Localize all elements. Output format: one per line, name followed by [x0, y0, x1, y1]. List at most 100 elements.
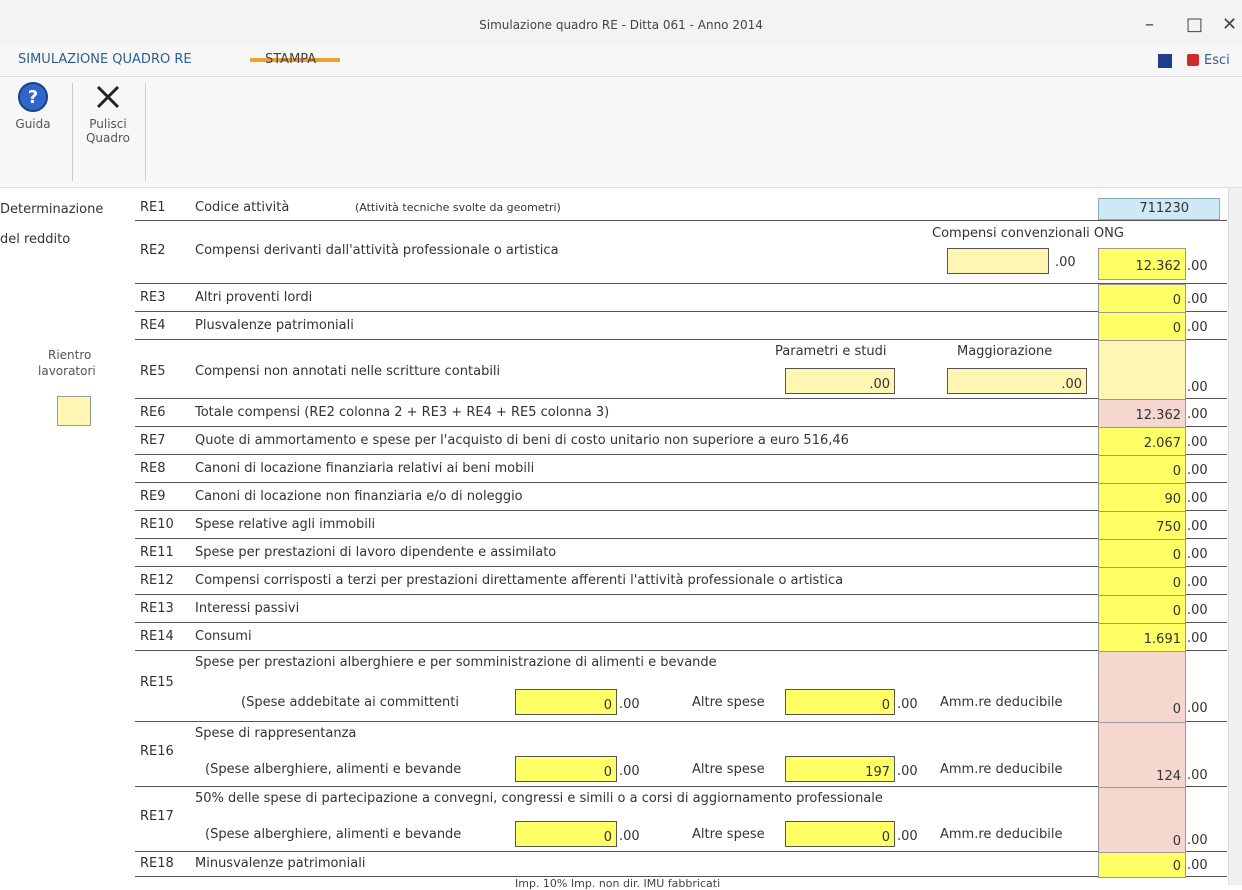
amount-value: 12.362 [1135, 408, 1182, 423]
row-re7: RE7 Quote di ammortamento e spese per l'… [135, 427, 1227, 456]
form-content: Determinazione del reddito Rientro lavor… [0, 188, 1242, 890]
row-re4: RE4 Plusvalenze patrimoniali 0 .00 [135, 312, 1227, 341]
pulisci-quadro-button[interactable]: Pulisci Quadro [78, 81, 138, 145]
row-code: RE7 [140, 433, 166, 448]
amount-field[interactable]: 0 [1098, 539, 1186, 568]
sub-label: (Spese addebitate ai committenti [241, 695, 459, 710]
minimize-button[interactable]: – [1145, 14, 1154, 35]
altre-spese-value: 197 [865, 765, 890, 780]
amount-value: 0 [1172, 702, 1181, 717]
amount-value: 0 [1172, 859, 1181, 874]
decimals: .00 [1187, 768, 1208, 783]
codice-attivita-value: 711230 [1139, 201, 1189, 216]
amount-value: 90 [1164, 492, 1181, 507]
row-desc: Codice attività [195, 200, 290, 215]
sub-amount-field[interactable]: 0 [515, 821, 617, 847]
row-re12: RE12 Compensi corrisposti a terzi per pr… [135, 567, 1227, 596]
amm-deducibile-label: Amm.re deducibile [940, 762, 1063, 777]
svg-text:?: ? [28, 87, 38, 108]
altre-spese-field[interactable]: 197 [785, 756, 895, 782]
parametri-field[interactable]: .00 [785, 368, 895, 394]
amount-field[interactable] [1098, 340, 1186, 400]
row-re2: RE2 Compensi derivanti dall'attività pro… [135, 221, 1227, 284]
sub-amount-field[interactable]: 0 [515, 689, 617, 715]
row-desc: Compensi non annotati nelle scritture co… [195, 364, 501, 379]
sub-amount-value: 0 [603, 765, 612, 780]
altre-spese-label: Altre spese [692, 827, 765, 842]
decimals: .00 [1187, 407, 1208, 422]
decimals: .00 [1187, 491, 1208, 506]
row-code: RE1 [140, 200, 166, 215]
row-code: RE8 [140, 461, 166, 476]
tab-stampa[interactable]: STAMPA [265, 52, 316, 67]
row-re5: RE5 Compensi non annotati nelle scrittur… [135, 340, 1227, 400]
decimals: .00 [1187, 463, 1208, 478]
amount-field: 124 [1098, 722, 1186, 788]
maggiorazione-field[interactable]: .00 [947, 368, 1087, 394]
altre-spese-field[interactable]: 0 [785, 689, 895, 715]
row-code: RE16 [140, 744, 174, 759]
amount-value: 0 [1172, 604, 1181, 619]
amount-field[interactable]: 750 [1098, 511, 1186, 540]
decimals: .00 [1187, 631, 1208, 646]
amount-value: 0 [1172, 293, 1181, 308]
amount-field[interactable]: 1.691 [1098, 623, 1186, 652]
altre-spese-value: 0 [881, 698, 890, 713]
window-title: Simulazione quadro RE - Ditta 061 - Anno… [479, 18, 763, 32]
pulisci-label-1: Pulisci [89, 117, 127, 131]
exit-label[interactable]: Esci [1204, 53, 1230, 68]
compensi-ong-field[interactable] [947, 248, 1049, 274]
decimals: .00 [897, 829, 918, 844]
close-button[interactable]: ✕ [1222, 14, 1237, 35]
row-code: RE5 [140, 364, 166, 379]
row-desc: Spese per prestazioni alberghiere e per … [195, 655, 717, 670]
row-code: RE15 [140, 675, 174, 690]
title-bar: Simulazione quadro RE - Ditta 061 - Anno… [0, 0, 1242, 46]
altre-spese-field[interactable]: 0 [785, 821, 895, 847]
guida-label: Guida [15, 117, 51, 131]
decimals: .00 [1055, 255, 1076, 270]
amount-value: 12.362 [1135, 259, 1182, 274]
row-code: RE6 [140, 405, 166, 420]
row-re10: RE10 Spese relative agli immobili 750 .0… [135, 511, 1227, 540]
row-code: RE11 [140, 545, 174, 560]
amount-value: 0 [1172, 576, 1181, 591]
decimals: .00 [1187, 858, 1208, 873]
amount-field[interactable]: 0 [1098, 312, 1186, 341]
codice-attivita-field[interactable]: 711230 [1098, 198, 1220, 220]
decimals: .00 [1187, 701, 1208, 716]
amount-value: 0 [1172, 548, 1181, 563]
maximize-button[interactable]: □ [1186, 14, 1203, 35]
decimals: .00 [1187, 259, 1208, 274]
amount-field[interactable]: 0 [1098, 852, 1186, 878]
amount-field[interactable]: 12.362 [1098, 248, 1186, 280]
amm-deducibile-label: Amm.re deducibile [940, 827, 1063, 842]
ribbon-separator-2 [145, 83, 146, 181]
amount-field[interactable]: 0 [1098, 284, 1186, 313]
row-code: RE14 [140, 629, 174, 644]
decimals: .00 [619, 829, 640, 844]
vertical-scrollbar[interactable] [1228, 188, 1242, 885]
amount-field[interactable]: 90 [1098, 483, 1186, 512]
flag-icon[interactable] [1158, 54, 1172, 68]
decimals: .00 [1187, 380, 1208, 395]
amount-field[interactable]: 0 [1098, 567, 1186, 596]
altre-spese-label: Altre spese [692, 695, 765, 710]
altre-spese-label: Altre spese [692, 762, 765, 777]
row-re18: RE18 Minusvalenze patrimoniali 0 .00 [135, 852, 1227, 878]
guida-button[interactable]: ? Guida [8, 81, 58, 131]
ribbon-separator [72, 83, 73, 181]
amount-field[interactable]: 0 [1098, 455, 1186, 484]
amount-field[interactable]: 0 [1098, 595, 1186, 624]
footer-cut-labels: Imp. 10% Imp. non dir. IMU fabbricati [515, 877, 721, 890]
maggiorazione-decimals: .00 [1061, 377, 1082, 392]
tab-simulazione[interactable]: SIMULAZIONE QUADRO RE [18, 52, 192, 67]
ribbon-tabs: SIMULAZIONE QUADRO RE STAMPA [0, 46, 1242, 77]
decimals: .00 [897, 764, 918, 779]
sub-amount-value: 0 [603, 830, 612, 845]
amount-field[interactable]: 2.067 [1098, 427, 1186, 456]
rientro-lavoratori-field[interactable] [57, 396, 91, 426]
sub-amount-field[interactable]: 0 [515, 756, 617, 782]
amount-value: 2.067 [1143, 436, 1181, 451]
row-code: RE9 [140, 489, 166, 504]
